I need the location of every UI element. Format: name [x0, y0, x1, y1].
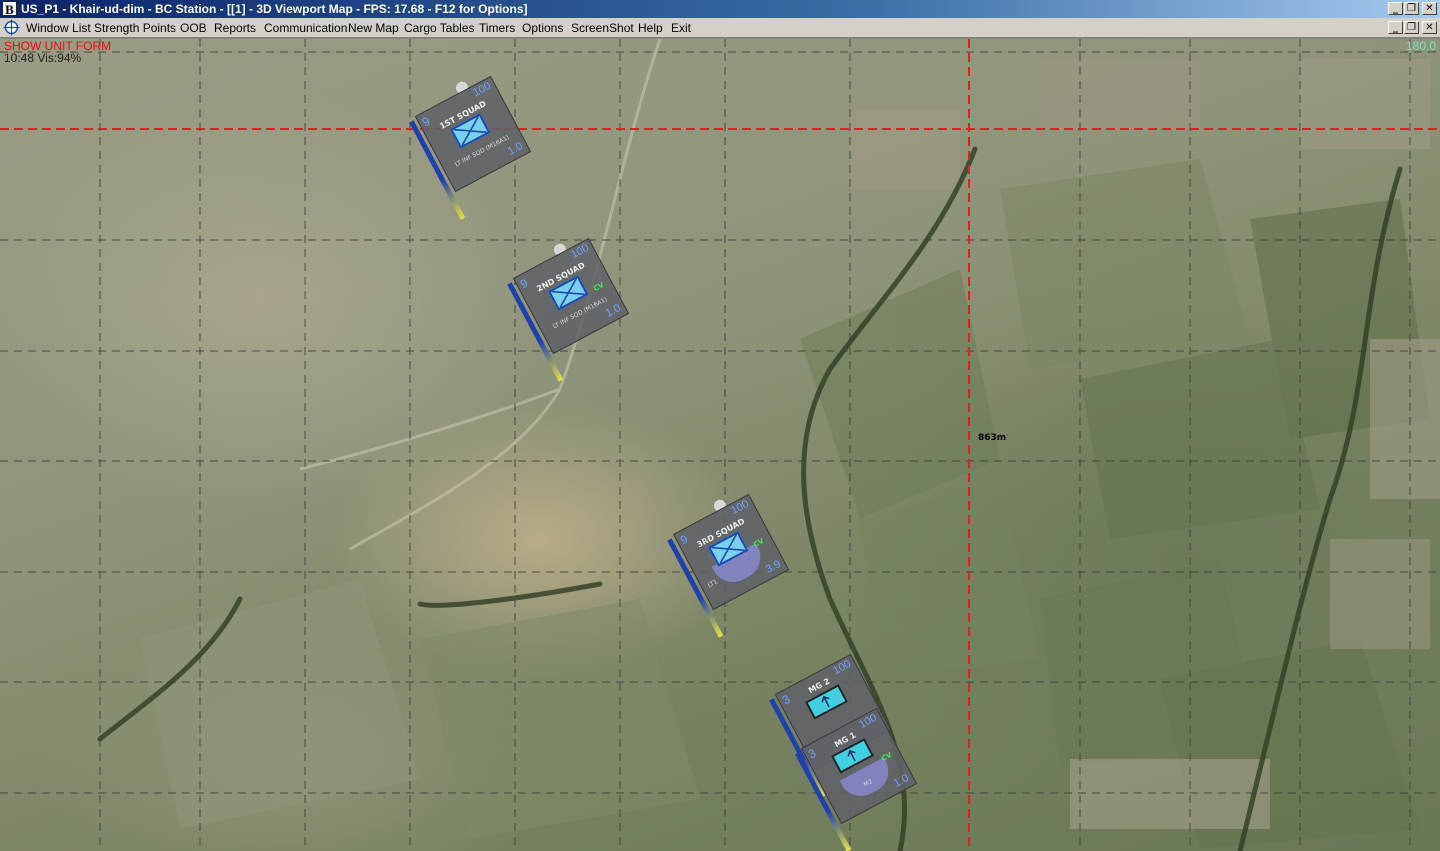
menu-timers[interactable]: Timers — [479, 21, 515, 35]
menu-cargo-tables[interactable]: Cargo Tables — [404, 21, 475, 35]
map-viewport[interactable]: SHOW UNIT FORM 10:48 Vis:94% 180.0 863m … — [0, 39, 1440, 851]
menu-bar: Window List Strength Points OOB Reports … — [0, 18, 1440, 38]
menu-oob[interactable]: OOB — [180, 21, 207, 35]
crosshair-compass-icon[interactable] — [3, 19, 20, 36]
menu-help[interactable]: Help — [638, 21, 663, 35]
combat-ready-badge: CV — [592, 280, 606, 293]
menu-reports[interactable]: Reports — [214, 21, 256, 35]
menu-options[interactable]: Options — [522, 21, 563, 35]
unit-value: 1.0 — [603, 301, 623, 320]
menu-screenshot[interactable]: ScreenShot — [571, 21, 634, 35]
child-minimize-button[interactable]: _ — [1388, 21, 1403, 34]
menu-communication[interactable]: Communication — [264, 21, 347, 35]
combat-ready-badge: CV — [880, 750, 894, 763]
bearing-readout: 180.0 — [1405, 39, 1436, 53]
menu-exit[interactable]: Exit — [671, 21, 691, 35]
minimize-button[interactable]: _ — [1388, 2, 1403, 15]
combat-ready-badge: CV — [752, 536, 766, 549]
unit-value: 3.9 — [763, 557, 783, 576]
child-close-button[interactable]: ✕ — [1422, 21, 1437, 34]
window-title: US_P1 - Khair-ud-dim - BC Station - [[1]… — [21, 2, 528, 16]
field-patches — [140, 159, 1430, 849]
time-visibility-readout: 10:48 Vis:94% — [4, 51, 82, 65]
menu-new-map[interactable]: New Map — [348, 21, 399, 35]
unit-value: 1.0 — [891, 771, 911, 790]
unit-value: 1.0 — [505, 139, 525, 158]
terrain-layer — [0, 39, 1440, 851]
restore-button[interactable]: ❐ — [1404, 2, 1419, 15]
title-bar: B US_P1 - Khair-ud-dim - BC Station - [[… — [0, 0, 1440, 18]
distance-label: 863m — [978, 433, 1007, 443]
close-button[interactable]: ✕ — [1422, 2, 1437, 15]
menu-strength-points[interactable]: Strength Points — [94, 21, 176, 35]
menu-window-list[interactable]: Window List — [26, 21, 91, 35]
child-restore-button[interactable]: ❐ — [1404, 21, 1419, 34]
app-logo-icon: B — [2, 1, 17, 17]
